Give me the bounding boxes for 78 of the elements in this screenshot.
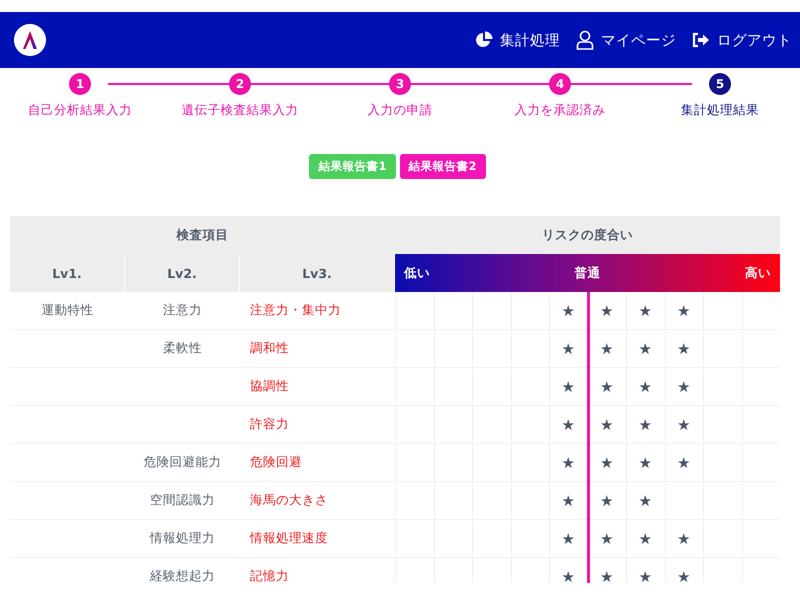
nav-link[interactable]: 集計処理 [475,30,560,50]
table-cell [472,292,510,330]
star-icon: ★ [677,532,690,546]
step-number: 1 [69,73,91,95]
table-cell [742,292,780,330]
table-cell: 危険回避 [250,454,302,471]
table-cell: 柔軟性 [163,340,202,357]
table-cell: 海馬の大きさ [250,492,328,509]
table-cell: 運動特性 [42,302,94,319]
logout-icon [692,32,710,48]
step-label: 遺伝子検査結果入力 [182,102,298,119]
user-icon [576,30,594,50]
star-icon: ★ [600,304,614,318]
step-number: 3 [389,73,411,95]
step-number: 2 [229,73,251,95]
step-label: 入力を承認済み [514,102,606,119]
star-icon: ★ [677,380,690,394]
star-icon: ★ [600,456,614,470]
column-header: Lv2. [125,254,240,292]
table-cell [703,292,742,330]
star-icon: ★ [638,304,652,318]
star-icon: ★ [638,342,652,356]
star-icon: ★ [562,380,575,394]
table-cell: 経験想起力 [150,568,215,583]
table-cell: 協調性 [250,378,289,395]
star-icon: ★ [677,570,690,583]
column-header: Lv1. [10,254,125,292]
step-label: 自己分析結果入力 [28,102,132,119]
table-cell [434,292,472,330]
star-icon: ★ [638,570,652,583]
star-icon: ★ [638,380,652,394]
table-cell [664,292,703,330]
column-group-header: リスクの度合い [395,216,780,254]
table-cell: 調和性 [250,340,289,357]
star-icon: ★ [677,304,690,318]
table-cell: 情報処理速度 [250,530,328,547]
nav-link[interactable]: マイページ [576,30,676,50]
star-icon: ★ [562,532,575,546]
logo-icon [14,24,46,56]
star-icon: ★ [600,532,614,546]
scale-label: 普通 [574,264,600,282]
table-cell: 危険回避能力 [144,454,222,471]
star-icon: ★ [600,418,614,432]
scale-label: 高い [745,264,771,282]
star-icon: ★ [600,570,614,583]
star-icon: ★ [562,304,575,318]
star-icon: ★ [638,532,652,546]
scale-label: 低い [404,264,430,282]
star-icon: ★ [638,418,652,432]
star-icon: ★ [562,418,575,432]
column-header: Lv3. [240,254,395,292]
column-group-header: 検査項目 [10,216,395,254]
star-icon: ★ [638,494,652,508]
step-number: 4 [549,73,571,95]
star-icon: ★ [638,456,652,470]
star-icon: ★ [562,342,575,356]
step-label: 集計処理結果 [681,102,759,119]
star-icon: ★ [600,494,614,508]
star-icon: ★ [677,418,690,432]
pie-chart-icon [475,31,493,49]
step-label: 入力の申請 [368,102,432,119]
table-cell: 情報処理力 [150,530,215,547]
table-cell: 注意力・集中力 [250,302,341,319]
star-icon: ★ [562,570,575,583]
star-icon: ★ [600,380,614,394]
table-cell: 注意力 [163,302,202,319]
star-icon: ★ [562,456,575,470]
nav-link[interactable]: ログアウト [692,30,792,50]
step-number: 5 [709,73,731,95]
star-icon: ★ [677,456,690,470]
star-icon: ★ [600,342,614,356]
table-cell: 記憶力 [250,568,289,583]
table-cell: 許容力 [250,416,289,433]
star-icon: ★ [677,342,690,356]
report-button[interactable]: 結果報告書2 [400,154,486,179]
table-cell [510,292,549,330]
table-cell: 空間認識力 [150,492,215,509]
star-icon: ★ [562,494,575,508]
